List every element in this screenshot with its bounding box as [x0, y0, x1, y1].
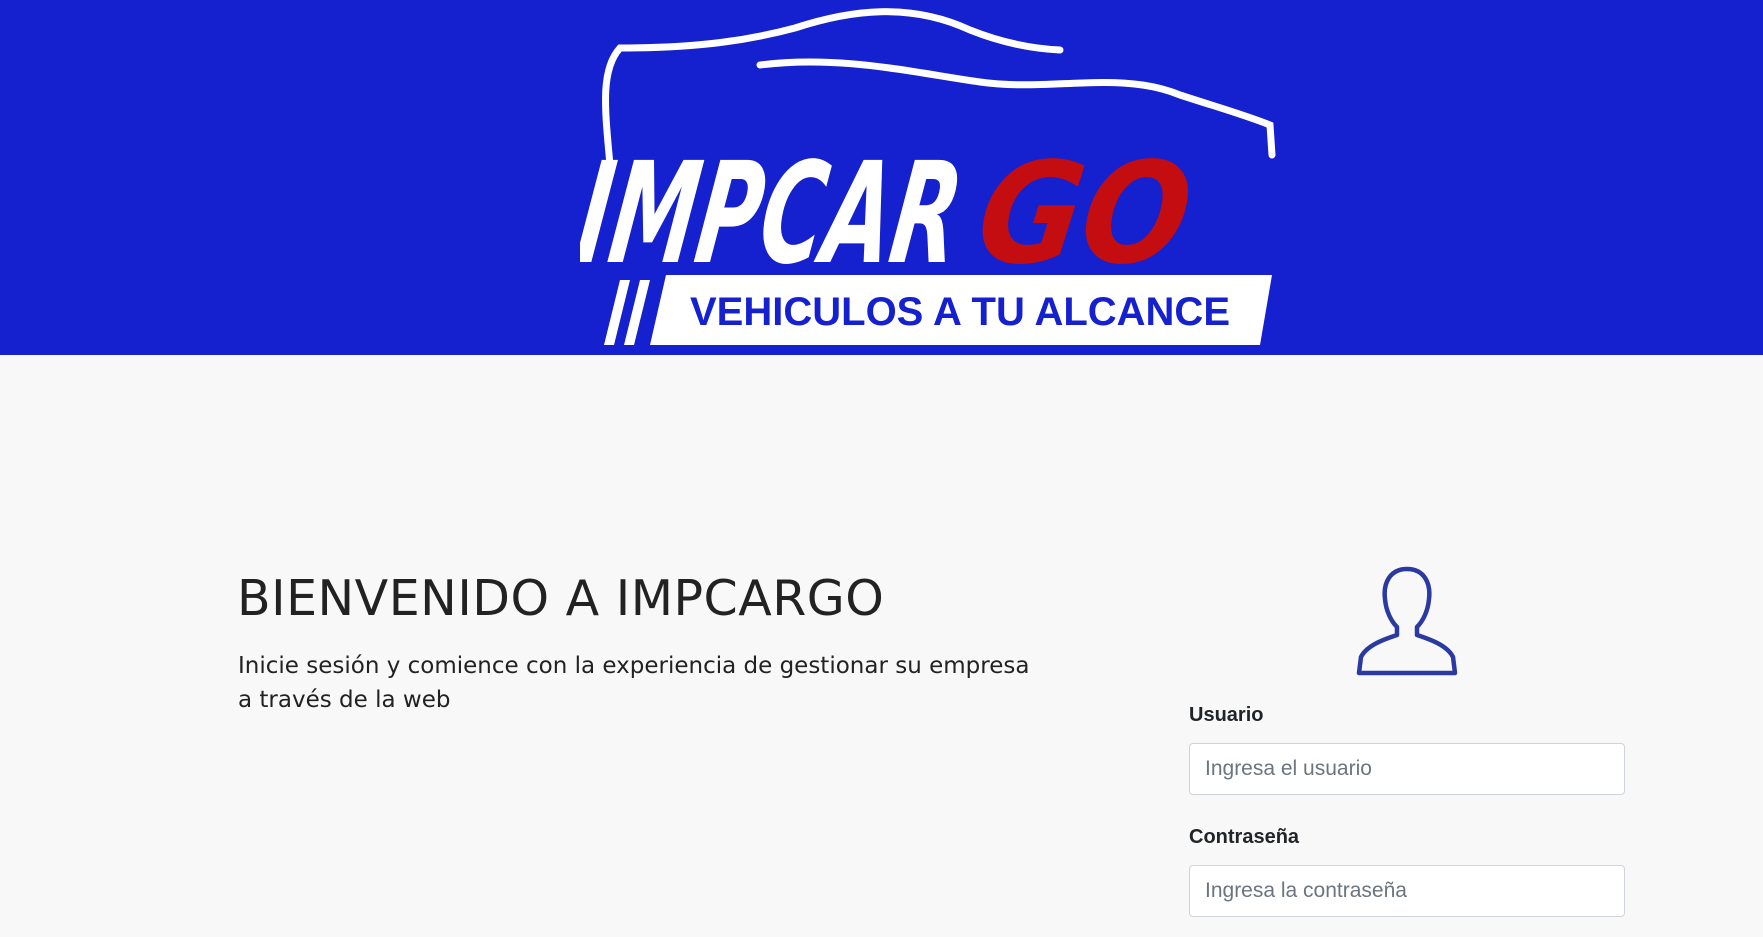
username-label: Usuario [1189, 704, 1264, 726]
user-silhouette-icon [1356, 566, 1458, 676]
header-banner: IMPCAR GO VEHICULOS A TU ALCANCE [0, 0, 1763, 355]
impcargo-logo: IMPCAR GO VEHICULOS A TU ALCANCE [580, 8, 1276, 345]
svg-text:VEHICULOS A TU ALCANCE: VEHICULOS A TU ALCANCE [690, 290, 1230, 334]
password-label: Contraseña [1189, 826, 1300, 848]
svg-text:GO: GO [968, 133, 1201, 296]
svg-text:IMPCAR: IMPCAR [580, 133, 971, 296]
password-input[interactable] [1189, 865, 1625, 917]
page-title: BIENVENIDO A IMPCARGO [237, 570, 885, 627]
username-input[interactable] [1189, 743, 1625, 795]
page-subtitle: Inicie sesión y comience con la experien… [238, 653, 1030, 713]
